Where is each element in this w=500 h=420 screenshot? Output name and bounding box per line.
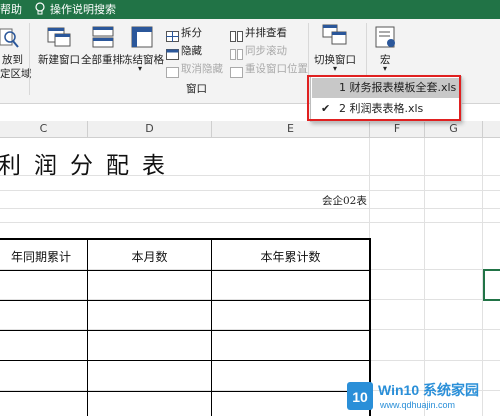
table-border bbox=[0, 270, 370, 271]
table-border bbox=[0, 300, 370, 301]
zoom-to-selection-label-2[interactable]: 定区域 bbox=[0, 66, 32, 81]
ribbon-separator bbox=[29, 23, 30, 95]
table-header-ytd: 本年累计数 bbox=[260, 250, 321, 264]
reset-position-icon bbox=[230, 63, 243, 78]
table-border bbox=[0, 391, 370, 392]
column-header-g[interactable]: G bbox=[425, 121, 483, 137]
unhide-button: 取消隐藏 bbox=[181, 63, 223, 75]
column-header-h[interactable] bbox=[483, 121, 500, 137]
help-tab[interactable]: 帮助 bbox=[0, 0, 22, 19]
new-window-button[interactable]: 新建窗口 bbox=[38, 52, 80, 67]
table-header-prior-cumulative: 年同期累计 bbox=[10, 250, 71, 264]
table-border bbox=[0, 360, 370, 361]
window-group-label: 窗口 bbox=[186, 83, 207, 95]
watermark-brand: Win10 系统家园 bbox=[378, 382, 479, 398]
hide-button[interactable]: 隐藏 bbox=[181, 43, 202, 58]
watermark-url: www.qdhuajin.com bbox=[380, 400, 456, 410]
split-button[interactable]: 拆分 bbox=[181, 25, 202, 40]
watermark: 10 Win10 系统家园 www.qdhuajin.com bbox=[345, 376, 500, 416]
arrange-all-icon[interactable] bbox=[90, 25, 116, 49]
column-header-e[interactable]: E bbox=[212, 121, 370, 137]
side-by-side-icon[interactable] bbox=[230, 27, 243, 42]
freeze-panes-button[interactable]: 冻结窗格 bbox=[122, 52, 164, 67]
new-window-icon[interactable] bbox=[46, 25, 72, 49]
unhide-window-icon bbox=[166, 63, 179, 78]
freeze-panes-icon[interactable] bbox=[129, 25, 155, 49]
sync-scroll-icon bbox=[230, 45, 243, 60]
column-headers: C D E F G bbox=[0, 121, 500, 138]
tell-me-search[interactable]: 操作说明搜索 bbox=[50, 0, 116, 19]
highlight-annotation-box bbox=[307, 75, 461, 121]
arrange-all-button[interactable]: 全部重排 bbox=[81, 52, 123, 67]
split-icon[interactable] bbox=[166, 27, 179, 42]
chevron-down-icon[interactable]: ▾ bbox=[138, 64, 142, 73]
table-header-this-month: 本月数 bbox=[131, 250, 168, 264]
chevron-down-icon[interactable]: ▾ bbox=[383, 64, 387, 73]
selected-cell[interactable] bbox=[483, 269, 500, 301]
macros-icon[interactable] bbox=[373, 25, 399, 49]
zoom-to-selection-label-1[interactable]: 放到 bbox=[2, 52, 23, 67]
column-header-d[interactable]: D bbox=[88, 121, 212, 137]
table-border bbox=[0, 330, 370, 331]
column-header-c[interactable]: C bbox=[0, 121, 88, 137]
svg-text:10: 10 bbox=[352, 389, 368, 405]
zoom-to-selection-icon[interactable] bbox=[0, 27, 26, 51]
sync-scroll-button: 同步滚动 bbox=[245, 45, 287, 57]
chevron-down-icon[interactable]: ▾ bbox=[333, 64, 337, 73]
hide-window-icon[interactable] bbox=[166, 45, 179, 60]
table-border-top bbox=[0, 238, 370, 240]
view-side-by-side-button[interactable]: 并排查看 bbox=[245, 25, 287, 40]
column-header-f[interactable]: F bbox=[370, 121, 425, 137]
reset-window-position-button: 重设窗口位置 bbox=[245, 63, 308, 75]
report-title: 利润分配表 bbox=[0, 153, 178, 179]
form-code-label: 会企02表 bbox=[322, 195, 367, 207]
switch-windows-icon[interactable] bbox=[322, 23, 348, 47]
title-bar: 帮助 操作说明搜索 bbox=[0, 0, 500, 19]
